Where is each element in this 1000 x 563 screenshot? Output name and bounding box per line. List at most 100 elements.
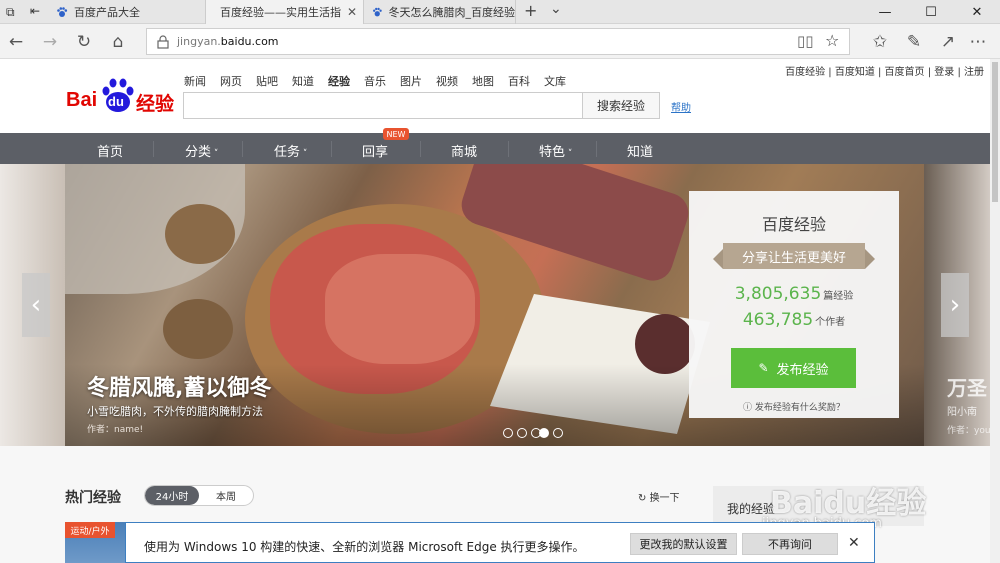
- gnav-home[interactable]: 首页: [97, 141, 123, 160]
- refresh-icon: ↻: [638, 493, 650, 504]
- refresh-label: 换一下: [649, 493, 680, 504]
- help-link[interactable]: 帮助: [671, 99, 691, 114]
- logo-bai: Bai: [66, 89, 98, 111]
- favorites-hub-icon[interactable]: ✩: [868, 30, 892, 54]
- nav-divider: [596, 141, 597, 157]
- new-tab-button[interactable]: +: [524, 1, 537, 20]
- category-nav-bar: [0, 133, 990, 164]
- new-badge: NEW: [383, 128, 409, 140]
- tab-baidu-jingyan[interactable]: 百度经验——实用生活指 ✕: [206, 0, 364, 24]
- next-slide-subtitle: 阳小南: [947, 407, 977, 418]
- navigation-bar: ← → ↻ ⌂ jingyan.baidu.com ▯▯ ☆ ✩ ✎ ↗ ⋯: [0, 24, 1000, 59]
- tab-bar: ⧉ ⇤ 百度产品大全 百度经验——实用生活指 ✕ 冬天怎么腌腊肉_百度经验 + …: [0, 0, 1000, 24]
- nav-zhidao[interactable]: 知道: [292, 73, 314, 89]
- set-default-button[interactable]: 更改我的默认设置: [630, 533, 737, 555]
- gnav-label: 分类: [185, 145, 212, 160]
- publish-experience-button[interactable]: ✎ 发布经验: [731, 348, 856, 388]
- nav-images[interactable]: 图片: [400, 73, 422, 89]
- reading-view-icon[interactable]: ▯▯: [797, 32, 814, 50]
- slide-dot-2[interactable]: [517, 428, 527, 438]
- time-range-toggle: 24小时 本周: [144, 485, 254, 506]
- refresh-list-button[interactable]: ↻ 换一下: [638, 489, 680, 504]
- set-aside-tabs-icon[interactable]: ⇤: [30, 4, 40, 18]
- search-button[interactable]: 搜索经验: [582, 92, 660, 119]
- edge-default-browser-notification: 使用为 Windows 10 构建的快速、全新的浏览器 Microsoft Ed…: [125, 522, 875, 563]
- gnav-mall[interactable]: 商城: [451, 141, 477, 160]
- slide-dot-4-active[interactable]: [539, 428, 549, 438]
- chevron-down-icon: ˅: [300, 149, 308, 159]
- lock-icon: [157, 35, 169, 49]
- close-tab-icon[interactable]: ✕: [347, 5, 357, 19]
- refresh-icon[interactable]: ↻: [72, 30, 96, 54]
- chevron-down-icon: ˅: [211, 149, 219, 159]
- home-icon[interactable]: ⌂: [106, 30, 130, 54]
- nav-music[interactable]: 音乐: [364, 73, 386, 89]
- back-arrow-icon[interactable]: ←: [4, 30, 28, 54]
- card-title: 百度经验: [761, 215, 826, 234]
- next-slide-arrow-icon[interactable]: ›: [941, 273, 969, 337]
- slide-dot-5[interactable]: [553, 428, 563, 438]
- tab-title: 百度产品大全: [74, 6, 140, 19]
- nav-video[interactable]: 视频: [436, 73, 458, 89]
- experience-count: 3,805,635: [734, 284, 822, 304]
- banner-subtitle: 小雪吃腊肉，不外传的腊肉腌制方法: [87, 405, 263, 418]
- nav-news[interactable]: 新闻: [184, 73, 206, 89]
- nav-divider: [242, 141, 243, 157]
- gnav-huixiang[interactable]: 回享: [362, 141, 388, 160]
- category-tag: 运动/户外: [65, 522, 115, 538]
- tab-title: 百度经验——实用生活指: [220, 6, 341, 19]
- tab-list-chevron-icon[interactable]: ⌄: [550, 1, 562, 17]
- maximize-button[interactable]: ☐: [908, 0, 954, 24]
- gnav-tasks[interactable]: 任务 ˅: [274, 141, 307, 160]
- address-bar[interactable]: jingyan.baidu.com ▯▯ ☆: [146, 28, 850, 55]
- publish-label: 发布经验: [776, 362, 829, 378]
- slide-dot-1[interactable]: [503, 428, 513, 438]
- baidu-jingyan-logo[interactable]: Bai du 经验: [66, 78, 178, 118]
- stats-card: 百度经验 分享让生活更美好 3,805,635 篇经验 463,785 个作者 ✎ 发…: [689, 191, 899, 418]
- tab-manager-icon[interactable]: ⧉: [6, 5, 15, 20]
- url-prefix: jingyan.: [177, 35, 221, 48]
- tab-24h[interactable]: 24小时: [145, 486, 199, 505]
- author-unit: 个作者: [815, 317, 846, 328]
- scrollbar-thumb[interactable]: [992, 62, 998, 202]
- nav-web[interactable]: 网页: [220, 73, 242, 89]
- chevron-down-icon: ˅: [565, 149, 573, 159]
- my-experience-title[interactable]: 我的经验: [727, 500, 775, 517]
- share-icon[interactable]: ↗: [936, 30, 960, 54]
- banner-title[interactable]: 冬腊风腌,蓄以御冬: [87, 370, 271, 402]
- reward-link[interactable]: ⓘ 发布经验有什么奖励？: [689, 400, 899, 413]
- forward-arrow-icon[interactable]: →: [38, 30, 62, 54]
- minimize-button[interactable]: —: [862, 0, 908, 24]
- prev-slide-arrow-icon[interactable]: ‹: [22, 273, 50, 337]
- hot-experience-title: 热门经验: [65, 490, 121, 506]
- dont-ask-button[interactable]: 不再询问: [742, 533, 838, 555]
- more-menu-icon[interactable]: ⋯: [966, 30, 990, 54]
- favorite-star-icon[interactable]: ☆: [825, 31, 839, 50]
- nav-tieba[interactable]: 贴吧: [256, 73, 278, 89]
- baidu-paw-icon: [373, 7, 382, 17]
- experience-unit: 篇经验: [823, 291, 854, 302]
- tab-winter-bacon[interactable]: 冬天怎么腌腊肉_百度经验: [364, 0, 516, 24]
- nav-divider: [508, 141, 509, 157]
- gnav-featured[interactable]: 特色 ˅: [539, 141, 572, 160]
- web-note-pen-icon[interactable]: ✎: [902, 30, 926, 54]
- nav-map[interactable]: 地图: [472, 73, 494, 89]
- nav-wenku[interactable]: 文库: [544, 73, 566, 89]
- author-count-row: 463,785 个作者: [689, 310, 899, 330]
- nav-divider: [153, 141, 154, 157]
- close-window-button[interactable]: ✕: [954, 0, 1000, 24]
- close-notification-icon[interactable]: ✕: [848, 535, 860, 551]
- gnav-label: 任务: [274, 145, 301, 160]
- tab-baidu-products[interactable]: 百度产品大全: [48, 0, 206, 24]
- search-input[interactable]: [183, 92, 583, 119]
- gnav-zhidao[interactable]: 知道: [627, 141, 653, 160]
- gnav-category[interactable]: 分类 ˅: [185, 141, 218, 160]
- tab-title: 冬天怎么腌腊肉_百度经验: [388, 6, 516, 19]
- next-slide-author: 作者：you: [947, 426, 991, 436]
- baidu-paw-icon: [57, 7, 68, 17]
- nav-jingyan[interactable]: 经验: [328, 73, 350, 89]
- tab-week[interactable]: 本周: [199, 486, 253, 505]
- nav-baike[interactable]: 百科: [508, 73, 530, 89]
- top-links[interactable]: 百度经验 | 百度知道 | 百度首页 | 登录 | 注册: [785, 63, 984, 78]
- nav-divider: [420, 141, 421, 157]
